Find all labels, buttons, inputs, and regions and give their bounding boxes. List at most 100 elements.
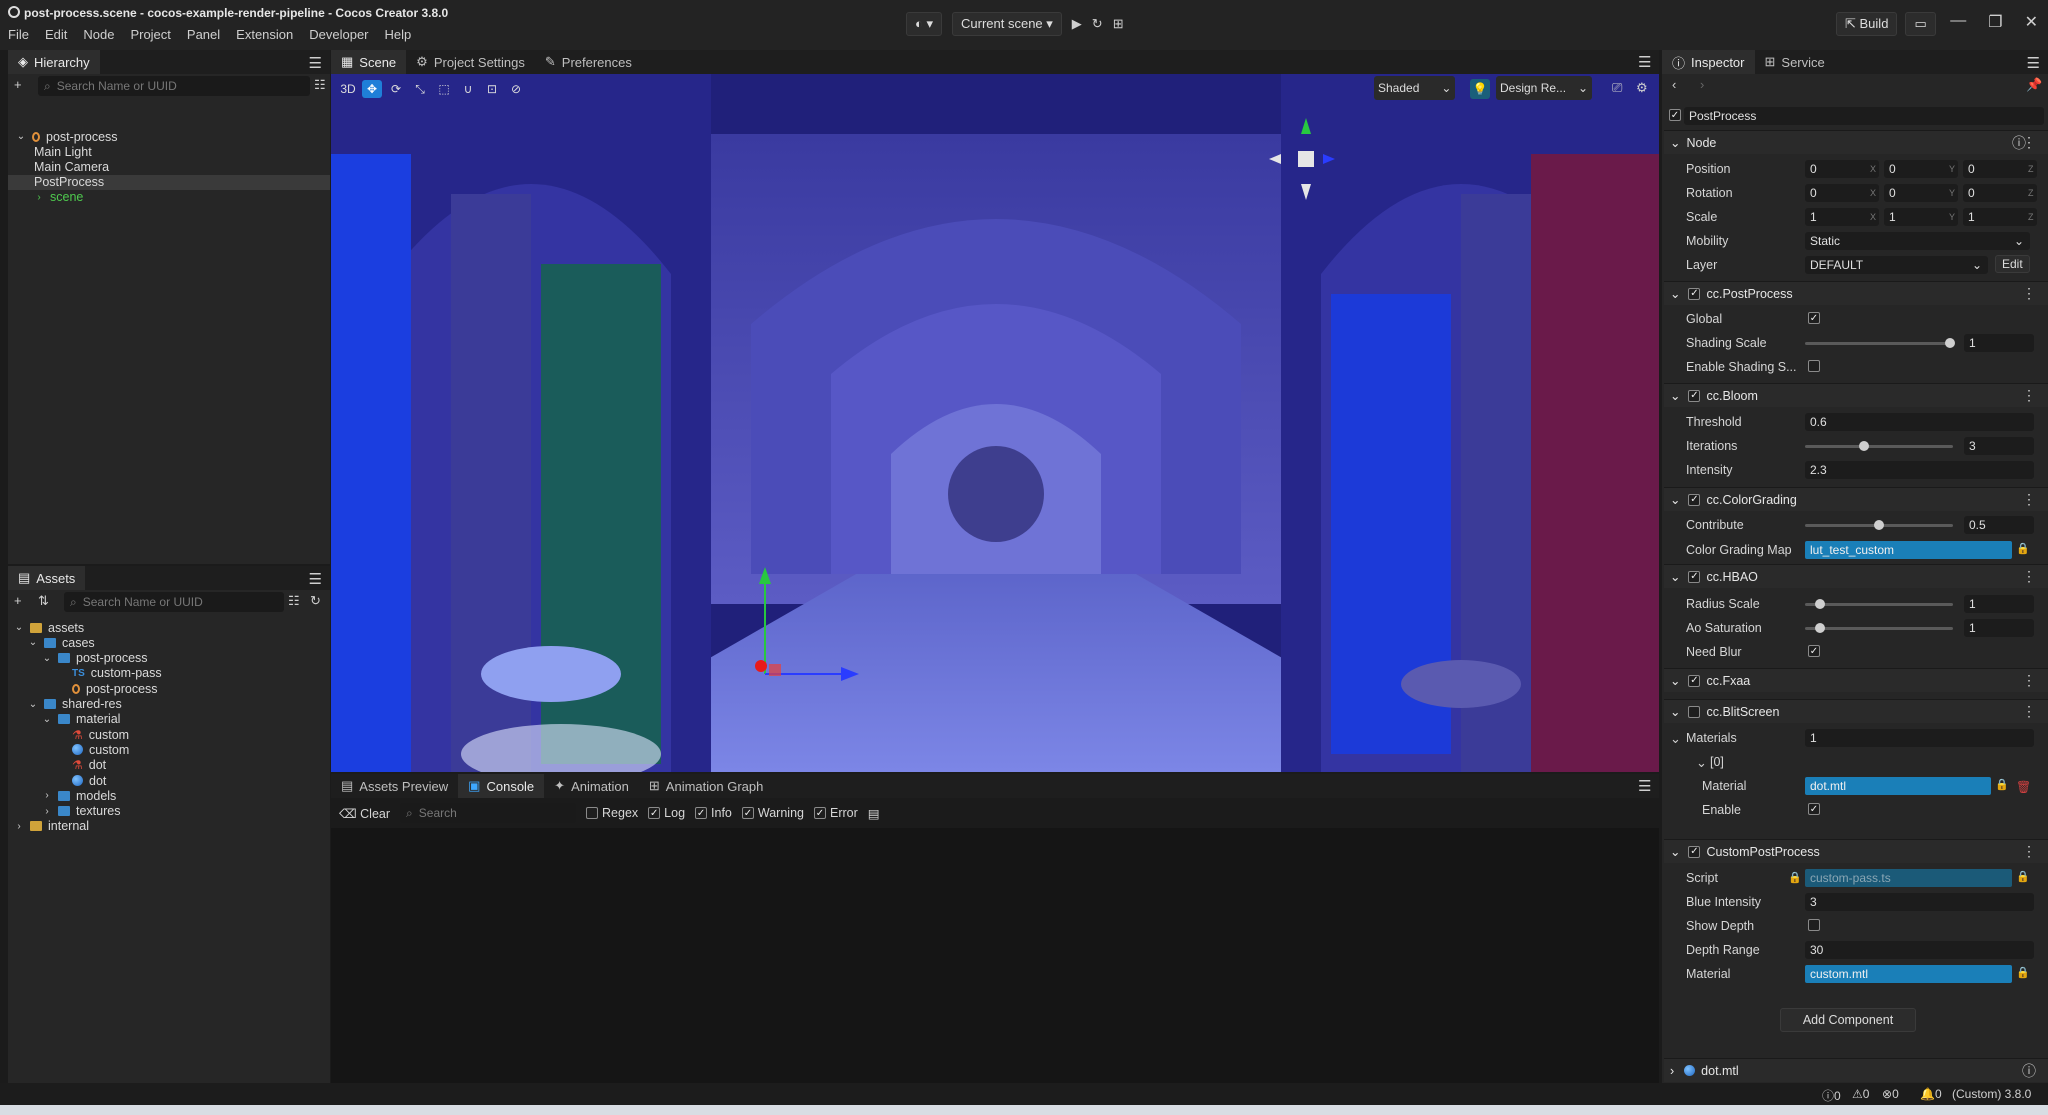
add-component-button[interactable]: Add Component xyxy=(1780,1008,1916,1032)
hbao-section[interactable]: ⌄ ✓ cc.HBAO ⋮ xyxy=(1664,564,2048,588)
position-x-field[interactable]: 0 xyxy=(1805,160,1879,178)
fxaa-section-enabled-checkbox[interactable]: ✓ xyxy=(1688,674,1701,687)
node-menu-icon[interactable]: ⋮ xyxy=(2022,134,2036,151)
menu-item-edit[interactable]: Edit xyxy=(45,27,67,42)
filter-checkbox[interactable]: ✓ xyxy=(741,807,754,819)
hierarchy-node[interactable]: Main Light xyxy=(8,144,330,159)
pin-icon[interactable]: 📌 xyxy=(2026,77,2042,93)
threshold-field[interactable]: 0.6 xyxy=(1805,413,2034,431)
rotation-z-field[interactable]: 0 xyxy=(1963,184,2037,202)
hbao-section-menu-icon[interactable]: ⋮ xyxy=(2022,568,2036,585)
asset-item[interactable]: TS custom-pass xyxy=(8,666,330,681)
trash-icon[interactable]: 🗑 xyxy=(2016,780,2031,794)
mode-3d-button[interactable]: 3D xyxy=(338,80,358,98)
depth-range-field[interactable]: 30 xyxy=(1805,941,2034,959)
rotate-tool-icon[interactable]: ⟳ xyxy=(386,80,406,98)
menu-item-panel[interactable]: Panel xyxy=(187,27,220,42)
rotation-x-field[interactable]: 0 xyxy=(1805,184,1879,202)
need-blur-checkbox[interactable]: ✓ xyxy=(1808,645,1820,657)
asset-item[interactable]: ⚗ dot xyxy=(8,758,330,773)
chevron-right-icon[interactable]: › xyxy=(42,806,52,817)
chevron-down-icon[interactable]: ⌄ xyxy=(16,131,26,142)
contribute-slider[interactable] xyxy=(1805,520,1953,530)
tab-assets[interactable]: ▤ Assets xyxy=(8,566,86,590)
blitscreen-section[interactable]: ⌄ cc.BlitScreen ⋮ xyxy=(1664,699,2048,723)
filter-warning[interactable]: ✓ Warning xyxy=(741,806,804,820)
menu-item-help[interactable]: Help xyxy=(385,27,412,42)
add-asset-icon[interactable]: + xyxy=(14,593,22,608)
node-active-checkbox[interactable]: ✓ xyxy=(1669,109,1681,121)
menu-item-developer[interactable]: Developer xyxy=(309,27,368,42)
contribute-field[interactable]: 0.5 xyxy=(1964,516,2034,534)
tab-console[interactable]: ▣ Console xyxy=(458,774,545,798)
ao-saturation-slider-handle[interactable] xyxy=(1814,623,1825,633)
lock-icon[interactable]: 🔒 xyxy=(2016,542,2030,555)
asset-item[interactable]: ⌄ shared-res xyxy=(8,697,330,712)
blue-intensity-field[interactable]: 3 xyxy=(1805,893,2034,911)
layer-edit-button[interactable]: Edit xyxy=(1995,255,2030,273)
enable-shading-checkbox[interactable] xyxy=(1808,360,1820,372)
radius-scale-slider[interactable] xyxy=(1805,599,1953,609)
filter-regex[interactable]: Regex xyxy=(586,806,638,820)
build-button[interactable]: ⇱ Build xyxy=(1836,12,1898,36)
asset-item[interactable]: ⚗ custom xyxy=(8,727,330,742)
scale-x-field[interactable]: 1 xyxy=(1805,208,1879,226)
bloom-section-enabled-checkbox[interactable]: ✓ xyxy=(1688,389,1701,402)
colorgrading-section-menu-icon[interactable]: ⋮ xyxy=(2022,491,2036,508)
chevron-down-icon[interactable]: ⌄ xyxy=(1696,755,1707,771)
open-folder-button[interactable]: ▭ xyxy=(1905,12,1936,36)
shading-scale-slider[interactable] xyxy=(1805,338,1956,348)
lock-icon[interactable]: 🔒 xyxy=(2016,966,2030,979)
console-search-input[interactable]: ⌕ Search xyxy=(400,803,577,823)
asset-item[interactable]: › textures xyxy=(8,804,330,819)
refresh-icon[interactable]: ↻ xyxy=(1092,16,1103,32)
lock-icon[interactable]: 🔒 xyxy=(1995,778,2009,791)
sort-icon[interactable]: ⇅ xyxy=(38,593,49,609)
scale-z-field[interactable]: 1 xyxy=(1963,208,2037,226)
tab-project-settings[interactable]: ⚙ Project Settings xyxy=(406,50,535,74)
bloom-section-menu-icon[interactable]: ⋮ xyxy=(2022,387,2036,404)
hierarchy-node[interactable]: Main Camera xyxy=(8,159,330,174)
filter-checkbox[interactable]: ✓ xyxy=(648,807,661,819)
filter-info[interactable]: ✓ Info xyxy=(695,806,732,820)
clear-button[interactable]: ⌫ Clear xyxy=(339,806,390,821)
assets-filter-icon[interactable]: ☷ xyxy=(288,593,300,609)
colorgrading-section[interactable]: ⌄ ✓ cc.ColorGrading ⋮ xyxy=(1664,487,2048,511)
custom-postprocess-section-menu-icon[interactable]: ⋮ xyxy=(2022,843,2036,860)
scale-tool-icon[interactable]: ⤡ xyxy=(410,80,430,98)
gear-icon[interactable]: ⚙ xyxy=(1636,80,1648,96)
chevron-down-icon[interactable]: ⌄ xyxy=(42,653,52,664)
tab-assets-preview[interactable]: ▤ Assets Preview xyxy=(331,774,458,798)
blit-material-field[interactable]: dot.mtl xyxy=(1805,777,1991,795)
light-toggle-icon[interactable]: 💡 xyxy=(1470,79,1490,99)
asset-item[interactable]: › models xyxy=(8,788,330,803)
filter-log[interactable]: ✓ Log xyxy=(648,806,685,820)
chevron-right-icon[interactable]: › xyxy=(14,821,24,832)
asset-item[interactable]: ⌄ material xyxy=(8,712,330,727)
tab-service[interactable]: ⊞ Service xyxy=(1755,50,1835,74)
menu-item-file[interactable]: File xyxy=(8,27,29,42)
tab-animation-graph[interactable]: ⊞ Animation Graph xyxy=(639,774,773,798)
node-name-field[interactable]: PostProcess xyxy=(1684,107,2044,125)
pivot-tool-icon[interactable]: ⊡ xyxy=(482,80,502,98)
postprocess-section-enabled-checkbox[interactable]: ✓ xyxy=(1688,287,1701,300)
chevron-down-icon[interactable]: ⌄ xyxy=(28,637,38,648)
script-field[interactable]: custom-pass.ts xyxy=(1805,869,2012,887)
custom-material-field[interactable]: custom.mtl xyxy=(1805,965,2012,983)
tab-preferences[interactable]: ✎ Preferences xyxy=(535,50,642,74)
menu-item-project[interactable]: Project xyxy=(130,27,170,42)
scale-y-field[interactable]: 1 xyxy=(1884,208,1958,226)
intensity-field[interactable]: 2.3 xyxy=(1805,461,2034,479)
move-tool-icon[interactable]: ✥ xyxy=(362,80,382,98)
colorgrading-section-enabled-checkbox[interactable]: ✓ xyxy=(1688,493,1701,506)
bottom-menu-icon[interactable]: ☰ xyxy=(1638,777,1651,795)
asset-item[interactable]: dot xyxy=(8,773,330,788)
forward-icon[interactable]: › xyxy=(1700,77,1704,92)
assets-refresh-icon[interactable]: ↻ xyxy=(310,593,321,609)
tab-animation[interactable]: ✦ Animation xyxy=(544,774,639,798)
ao-saturation-slider[interactable] xyxy=(1805,623,1953,633)
chevron-right-icon[interactable]: › xyxy=(42,790,52,801)
shading-scale-slider-handle[interactable] xyxy=(1945,338,1956,348)
chevron-down-icon[interactable]: ⌄ xyxy=(14,622,24,633)
asset-item[interactable]: ⌄ post-process xyxy=(8,651,330,666)
